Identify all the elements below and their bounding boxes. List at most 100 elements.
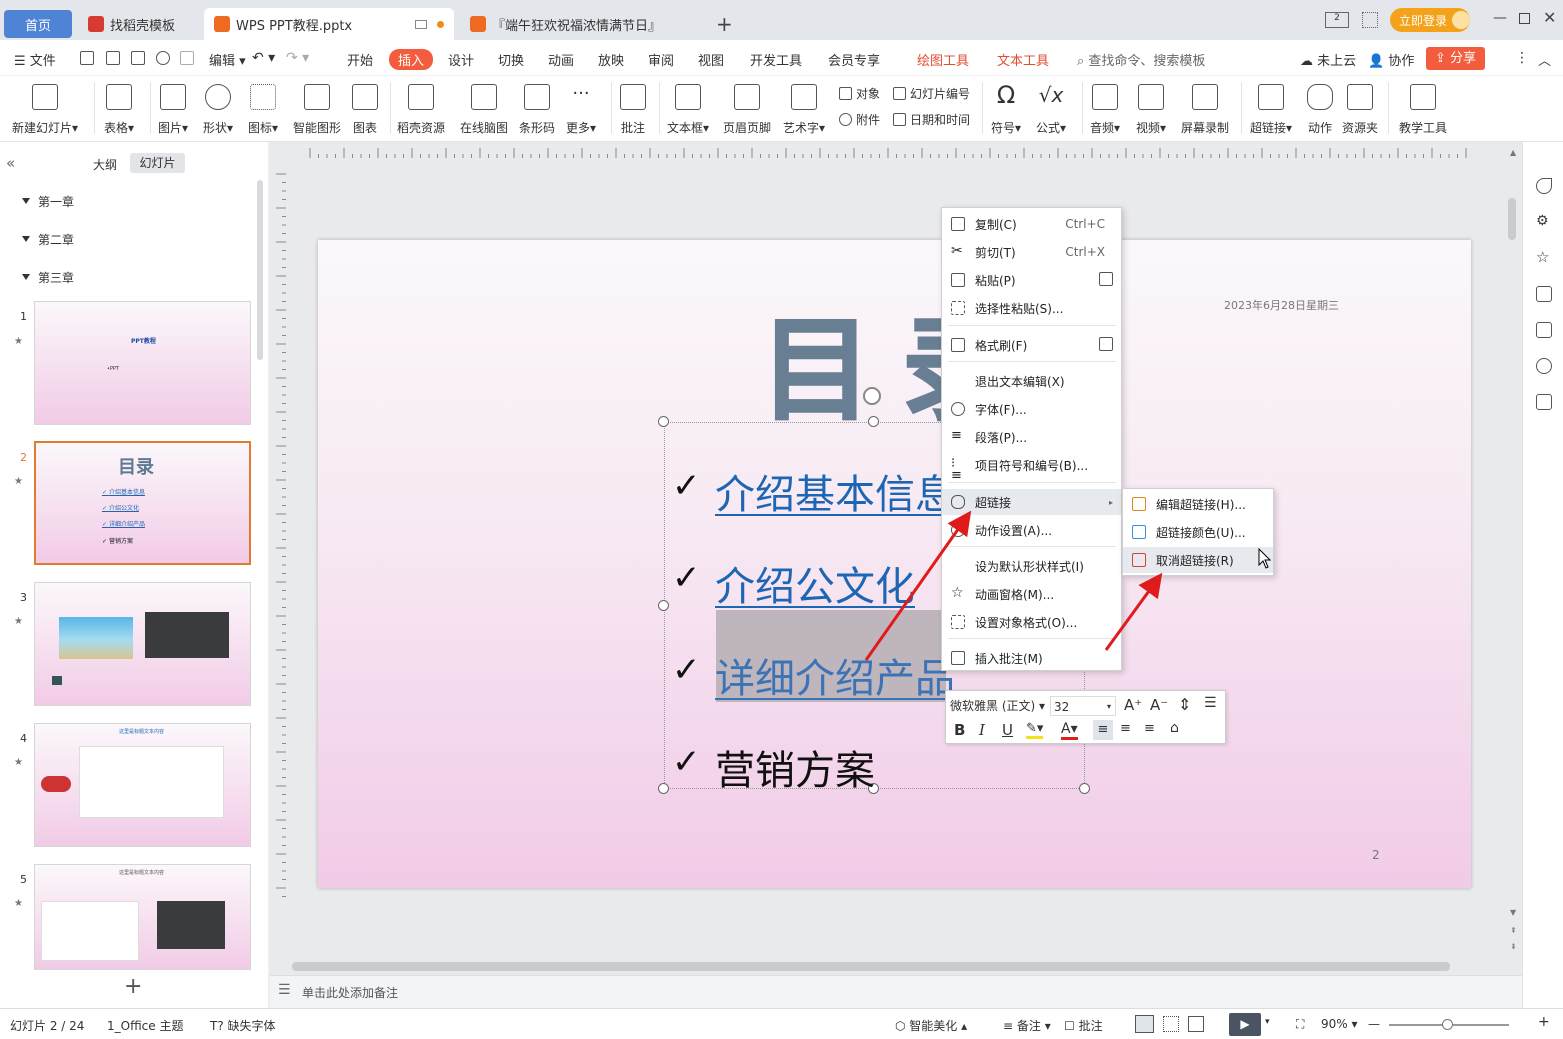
attachment-button[interactable]: 附件 bbox=[839, 111, 880, 128]
window-layout-icon[interactable]: 2 bbox=[1325, 12, 1349, 28]
menu-tab-view[interactable]: 视图 bbox=[698, 50, 724, 69]
fit-window-icon[interactable]: ⛶ bbox=[1296, 1017, 1304, 1032]
print-preview-icon[interactable] bbox=[156, 51, 170, 65]
reader-icon[interactable] bbox=[1536, 394, 1552, 410]
more-options-icon[interactable]: ⋮ bbox=[1515, 50, 1529, 66]
menu-tab-review[interactable]: 审阅 bbox=[648, 50, 674, 69]
mindmap-button[interactable]: 在线脑图 bbox=[460, 80, 508, 136]
slide-thumbnail-5[interactable]: 这里是标题文本内容 bbox=[34, 864, 251, 970]
format-painter-icon[interactable]: ⌂ bbox=[1170, 720, 1179, 736]
menu-item-copy[interactable]: 复制(C) Ctrl+C bbox=[942, 211, 1121, 237]
bullet-item-3[interactable]: 详细介绍产品 bbox=[715, 646, 955, 704]
canvas-horizontal-scrollbar[interactable] bbox=[292, 962, 1450, 971]
slide-canvas[interactable]: 目录 2023年6月28日星期三 2 ✓ 介绍基本信息 ✓ 介绍公文化 ✓ 详细… bbox=[318, 240, 1471, 888]
slide-thumbnail-2[interactable]: 目录 ✓ 介绍基本信息 ✓ 介绍公文化 ✓ 详细介绍产品 ✓ 营销方案 bbox=[34, 441, 251, 565]
redo-icon[interactable]: ↷ ▾ bbox=[286, 50, 309, 66]
menu-item-format-object[interactable]: 设置对象格式(O)... bbox=[942, 609, 1121, 635]
menu-item-format-painter[interactable]: 格式刷(F) bbox=[942, 332, 1121, 358]
menu-tab-animation[interactable]: 动画 bbox=[548, 50, 574, 69]
menu-item-paragraph[interactable]: ≡ 段落(P)... bbox=[942, 424, 1121, 450]
menu-item-bullets[interactable]: ⁝≡ 项目符号和编号(B)... bbox=[942, 452, 1121, 482]
menu-tab-slideshow[interactable]: 放映 bbox=[598, 50, 624, 69]
formula-button[interactable]: √x 公式▾ bbox=[1036, 80, 1066, 136]
align-left-icon[interactable]: ≡ bbox=[1093, 720, 1113, 740]
more-button[interactable]: ··· 更多▾ bbox=[566, 80, 596, 136]
teaching-tools-button[interactable]: 教学工具 bbox=[1399, 80, 1447, 136]
bullet-item-2[interactable]: 介绍公文化 bbox=[715, 554, 915, 612]
play-slideshow-button[interactable]: ▶ bbox=[1229, 1013, 1261, 1036]
missing-font-button[interactable]: T? 缺失字体 bbox=[210, 1017, 276, 1034]
reading-view-icon[interactable] bbox=[1188, 1016, 1204, 1032]
bold-icon[interactable]: B bbox=[954, 721, 965, 739]
menu-tab-design[interactable]: 设计 bbox=[448, 50, 474, 69]
animation-star-icon[interactable]: ☆ bbox=[1536, 250, 1552, 266]
menu-item-hyperlink-color[interactable]: 超链接颜色(U)... bbox=[1123, 519, 1273, 545]
share-button[interactable]: ⇪ 分享 bbox=[1426, 47, 1485, 70]
notes-pane[interactable]: ☰ 单击此处添加备注 bbox=[270, 975, 1522, 1008]
collapse-ribbon-icon[interactable]: ︿ bbox=[1538, 50, 1551, 69]
close-window-icon[interactable]: ✕ bbox=[1543, 8, 1556, 27]
zoom-select[interactable]: 90% ▾ bbox=[1321, 1017, 1358, 1031]
rotate-handle-icon[interactable] bbox=[863, 387, 881, 405]
underline-icon[interactable]: U bbox=[1002, 721, 1013, 739]
menu-tab-text-tools[interactable]: 文本工具 bbox=[997, 50, 1049, 69]
print-icon[interactable] bbox=[131, 51, 145, 65]
menu-item-paste-special[interactable]: 选择性粘贴(S)... bbox=[942, 295, 1121, 321]
object-button[interactable]: 对象 bbox=[839, 85, 880, 102]
menu-item-insert-comment[interactable]: 插入批注(M) bbox=[942, 645, 1121, 671]
shrink-font-icon[interactable]: A⁻ bbox=[1150, 696, 1168, 714]
font-color-icon[interactable]: A▾ bbox=[1061, 721, 1078, 740]
menu-tab-transition[interactable]: 切换 bbox=[498, 50, 524, 69]
settings-sliders-icon[interactable]: ⚙ bbox=[1536, 214, 1552, 230]
smart-beautify-button[interactable]: ⬡ 智能美化 ▴ bbox=[895, 1017, 967, 1034]
font-family-select[interactable]: 微软雅黑 (正文) ▾ bbox=[950, 696, 1046, 716]
tab-home[interactable]: 首页 bbox=[4, 10, 72, 38]
highlight-icon[interactable]: ✎▾ bbox=[1026, 721, 1044, 739]
resource-button[interactable]: 资源夹 bbox=[1342, 80, 1378, 136]
chapter-1[interactable]: 第一章 bbox=[22, 193, 74, 210]
table-button[interactable]: 表格▾ bbox=[104, 80, 134, 136]
apps-grid-icon[interactable] bbox=[1362, 12, 1378, 28]
bullet-item-1[interactable]: 介绍基本信息 bbox=[715, 462, 955, 520]
next-slide-icon[interactable]: ⇟ bbox=[1510, 942, 1517, 951]
video-button[interactable]: 视频▾ bbox=[1136, 80, 1166, 136]
slide-sorter-icon[interactable] bbox=[1163, 1016, 1179, 1032]
minimize-icon[interactable]: — bbox=[1493, 10, 1507, 26]
panel-scrollbar[interactable] bbox=[257, 180, 263, 360]
menu-item-cut[interactable]: ✂ 剪切(T) Ctrl+X bbox=[942, 239, 1121, 265]
textbox-button[interactable]: 文本框▾ bbox=[667, 80, 709, 136]
cloud-status-button[interactable]: ☁ 未上云 bbox=[1300, 50, 1356, 69]
tab-document[interactable]: WPS PPT教程.pptx bbox=[204, 8, 454, 40]
bullet-item-4[interactable]: 营销方案 bbox=[715, 738, 875, 796]
scroll-down-icon[interactable]: ▼ bbox=[1510, 908, 1516, 917]
file-menu[interactable]: ☰ 文件 bbox=[14, 50, 56, 69]
menu-tab-start[interactable]: 开始 bbox=[347, 50, 373, 69]
slide-thumbnail-4[interactable]: 这里是标题文本内容 bbox=[34, 723, 251, 847]
italic-icon[interactable]: I bbox=[979, 721, 985, 739]
align-right-icon[interactable]: ≡ bbox=[1144, 721, 1155, 736]
resize-handle[interactable] bbox=[658, 783, 669, 794]
picture-button[interactable]: 图片▾ bbox=[158, 80, 188, 136]
new-slide-button[interactable]: 新建幻灯片▾ bbox=[12, 80, 78, 136]
audio-button[interactable]: 音频▾ bbox=[1090, 80, 1120, 136]
collab-button[interactable]: 👤 协作 bbox=[1368, 50, 1414, 69]
screen-record-button[interactable]: 屏幕录制 bbox=[1181, 80, 1229, 136]
menu-item-default-style[interactable]: 设为默认形状样式(I) bbox=[942, 553, 1121, 579]
resize-handle[interactable] bbox=[1079, 783, 1090, 794]
tab-template[interactable]: 找稻壳模板 bbox=[78, 8, 198, 40]
tab-festival[interactable]: 『端午狂欢祝福浓情满节日』 bbox=[460, 8, 705, 40]
resize-handle[interactable] bbox=[868, 416, 879, 427]
zoom-out-icon[interactable]: — bbox=[1368, 1017, 1380, 1031]
edit-menu[interactable]: 编辑 ▾ bbox=[209, 50, 246, 69]
collapse-panel-icon[interactable]: « bbox=[6, 154, 15, 172]
icon-button[interactable]: 图标▾ bbox=[248, 80, 278, 136]
add-slide-icon[interactable]: + bbox=[124, 974, 142, 999]
docer-resource-button[interactable]: 稻壳资源 bbox=[397, 80, 445, 136]
new-tab-icon[interactable]: + bbox=[716, 12, 733, 36]
align-center-icon[interactable]: ≡ bbox=[1120, 721, 1131, 736]
export-icon[interactable] bbox=[106, 51, 120, 65]
tab-slides[interactable]: 幻灯片 bbox=[130, 153, 185, 173]
notes-toggle-button[interactable]: ≡ 备注 ▾ bbox=[1003, 1017, 1051, 1034]
scroll-up-icon[interactable]: ▲ bbox=[1510, 148, 1516, 157]
menu-item-font[interactable]: 字体(F)... bbox=[942, 396, 1121, 422]
